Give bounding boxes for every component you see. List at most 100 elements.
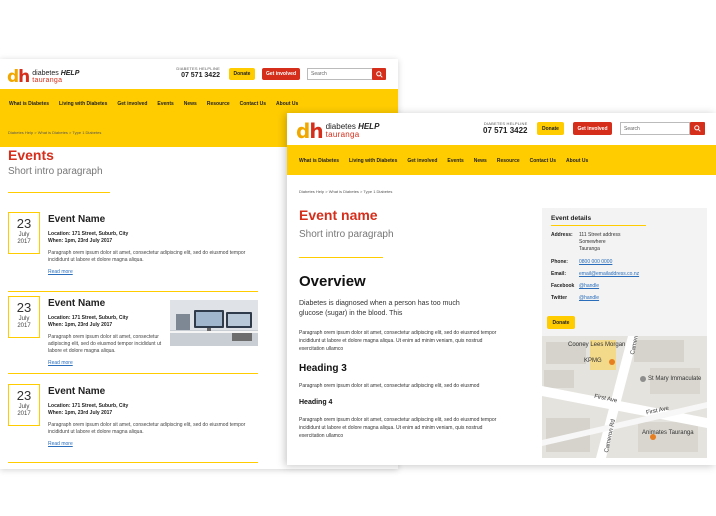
nav-item-news[interactable]: News [474,158,487,164]
breadcrumb-item[interactable]: What is Diabetes [329,189,359,194]
map-streets [542,336,707,458]
nav-item-about-us[interactable]: About Us [276,101,298,107]
breadcrumb-item[interactable]: Diabetes Help [299,189,324,194]
page-title: Events [8,147,54,163]
facebook-link[interactable]: @handle [579,283,599,290]
read-more-link[interactable]: Read more [48,360,73,366]
phone-link[interactable]: 0800 000 0000 [579,259,612,266]
event-map[interactable]: Cooney Lees Morgan KPMG Cameron Rd St Ma… [542,336,707,458]
site-header: dh diabetes HELP tauranga DIABETES HELPL… [0,59,398,89]
detail-twitter: Twitter @handle [551,295,600,302]
site-logo[interactable]: dh diabetes HELP tauranga [296,119,379,143]
intro-divider [8,192,110,193]
event-name[interactable]: Event Name [48,386,105,397]
page-intro: Short intro paragraph [8,166,103,177]
search-button[interactable] [690,122,705,135]
site-logo[interactable]: dh diabetes HELP tauranga [7,67,79,87]
nav-item-what-is-diabetes[interactable]: What is Diabetes [9,101,49,107]
nav-item-get-involved[interactable]: Get involved [117,101,147,107]
nav-item-contact-us[interactable]: Contact Us [530,158,556,164]
overview-heading: Overview [299,273,366,290]
logo-mark: dh [7,67,30,87]
nav-item-news[interactable]: News [184,101,197,107]
helpline: DIABETES HELPLINE 07 571 3422 [483,121,528,135]
breadcrumb: Diabetes Help > What is Diabetes > Type … [299,189,393,194]
nav-item-about-us[interactable]: About Us [566,158,588,164]
page-title: Event name [299,207,378,223]
helpline: DIABETES HELPLINE 07 571 3422 [176,66,220,80]
get-involved-button[interactable]: Get involved [262,68,300,80]
office-photo-icon [170,300,258,346]
nav-item-get-involved[interactable]: Get involved [407,158,437,164]
nav-item-resource[interactable]: Resource [207,101,230,107]
map-label: St Mary Immaculate [648,376,702,382]
search-input[interactable]: Search [307,68,373,80]
event-divider [8,462,258,463]
lead-paragraph: Diabetes is diagnosed when a person has … [299,300,460,317]
get-involved-button[interactable]: Get involved [573,122,612,135]
search-input[interactable]: Search [620,122,690,135]
search-icon [694,125,701,132]
nav-item-resource[interactable]: Resource [497,158,520,164]
event-summary: Paragraph orem ipsum dolor sit amet, con… [48,250,246,263]
nav-items: What is Diabetes Living with Diabetes Ge… [9,101,298,107]
event-location: Location: 171 Street, Suburb, City When:… [48,315,129,328]
breadcrumb-item[interactable]: What is Diabetes [38,130,68,135]
event-date: 23 July 2017 [8,296,40,338]
nav-items: What is Diabetes Living with Diabetes Ge… [299,158,588,164]
breadcrumb: Diabetes Help > What is Diabetes > Type … [8,130,102,135]
search-icon [375,70,383,78]
map-label: Animates Tauranga [642,430,694,436]
event-summary: Paragraph orem ipsum dolor sit amet, con… [48,334,162,354]
map-label: KPMG [584,358,602,364]
detail-phone: Phone: 0800 000 0000 [551,259,613,266]
event-date: 23 July 2017 [8,212,40,254]
email-link[interactable]: email@emailaddress.co.nz [579,271,639,278]
breadcrumb-item[interactable]: Type 1 Diabetes [72,130,101,135]
breadcrumb-item[interactable]: Diabetes Help [8,130,33,135]
twitter-link[interactable]: @handle [579,295,599,302]
read-more-link[interactable]: Read more [48,269,73,275]
event-location: Location: 171 Street, Suburb, City When:… [48,231,129,244]
event-date: 23 July 2017 [8,384,40,426]
panel-divider [551,225,646,226]
panel-donate-button[interactable]: Donate [547,316,575,329]
event-details-panel: Event details Address: 111 Street addres… [542,208,707,458]
donate-button[interactable]: Donate [229,68,255,80]
event-details-title: Event details [551,215,592,222]
map-label: Cooney Lees Morgan [568,342,626,348]
body-paragraph: Paragraph orem ipsum dolor sit amet, con… [299,330,497,352]
donate-button[interactable]: Donate [537,122,564,135]
event-name[interactable]: Event Name [48,214,105,225]
event-card: 23 July 2017 Event Name Location: 171 St… [8,296,258,366]
logo-mark: dh [296,119,324,143]
nav-item-living-with-diabetes[interactable]: Living with Diabetes [349,158,397,164]
event-name[interactable]: Event Name [48,298,105,309]
body-paragraph: Paragraph orem ipsum dolor sit amet, con… [299,417,497,439]
main-nav: What is Diabetes Living with Diabetes Ge… [287,145,716,175]
nav-item-contact-us[interactable]: Contact Us [240,101,266,107]
event-summary: Paragraph orem ipsum dolor sit amet, con… [48,422,246,435]
read-more-link[interactable]: Read more [48,441,73,447]
heading-3: Heading 3 [299,363,347,374]
event-detail-screen: dh diabetes HELP tauranga DIABETES HELPL… [287,113,716,465]
detail-facebook: Facebook @handle [551,283,600,290]
event-image [170,300,258,346]
nav-item-what-is-diabetes[interactable]: What is Diabetes [299,158,339,164]
detail-email: Email: email@emailaddress.co.nz [551,271,640,278]
event-card: 23 July 2017 Event Name Location: 171 St… [8,384,258,454]
nav-item-events[interactable]: Events [157,101,173,107]
event-location: Location: 171 Street, Suburb, City When:… [48,403,129,416]
breadcrumb-item[interactable]: Type 1 Diabetes [363,189,392,194]
event-divider [8,373,258,374]
search-button[interactable] [372,68,386,80]
nav-item-living-with-diabetes[interactable]: Living with Diabetes [59,101,107,107]
logo-text: diabetes HELP tauranga [32,70,80,84]
detail-address: Address: 111 Street address Somewhere Ta… [551,232,621,252]
nav-item-events[interactable]: Events [447,158,463,164]
intro-divider [299,257,383,258]
body-paragraph: Paragraph orem ipsum dolor sit amet, con… [299,383,480,389]
logo-text: diabetes HELP tauranga [325,122,380,139]
event-card: 23 July 2017 Event Name Location: 171 St… [8,212,258,282]
heading-4: Heading 4 [299,399,333,406]
